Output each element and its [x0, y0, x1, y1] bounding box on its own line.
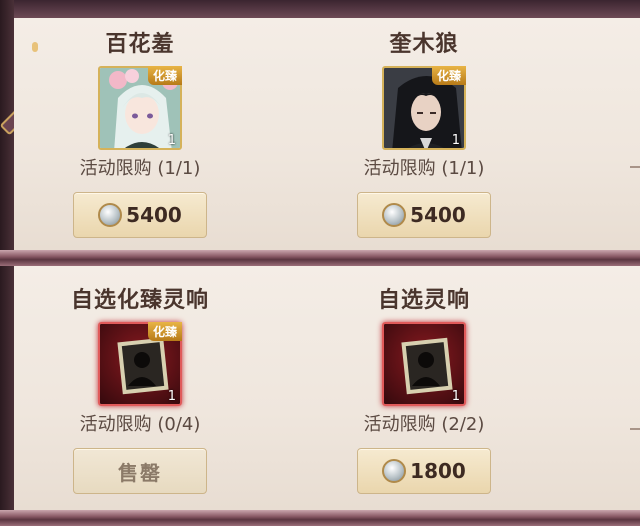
mirror-icon	[382, 203, 407, 227]
shop-item-card[interactable]: 百花羞 化臻 1 活动限购 (1/1) 5400	[20, 30, 260, 238]
sold-out-button: 售罄	[73, 448, 207, 494]
item-icon[interactable]: 化臻 1	[98, 66, 182, 150]
price-label: 1800	[410, 459, 466, 483]
next-column-hint	[630, 166, 640, 168]
shelf-divider	[0, 250, 640, 266]
rarity-badge: 化臻	[431, 66, 466, 85]
item-name: 百花羞	[105, 32, 175, 57]
item-quantity: 1	[451, 389, 460, 404]
item-name: 自选化臻灵响	[70, 288, 209, 313]
purchase-limit: 活动限购 (2/2)	[363, 414, 485, 435]
rarity-badge: 化臻	[147, 66, 182, 85]
buy-button[interactable]: 1800	[357, 448, 491, 494]
item-icon[interactable]: 化臻 1	[98, 322, 182, 406]
shop-item-card[interactable]: 自选灵响 1 活动限购 (2/2) 1800	[304, 286, 544, 494]
price-label: 5400	[410, 203, 466, 227]
mirror-icon	[382, 459, 407, 483]
item-icon[interactable]: 1	[382, 322, 466, 406]
purchase-limit: 活动限购 (1/1)	[363, 158, 485, 179]
shop-item-card[interactable]: 奎木狼 化臻 1 活动限购 (1/1) 5400	[304, 30, 544, 238]
purchase-limit: 活动限购 (0/4)	[79, 414, 201, 435]
top-frame	[0, 0, 640, 18]
mirror-icon	[98, 203, 123, 227]
item-name: 奎木狼	[389, 32, 459, 57]
price-label: 5400	[126, 203, 182, 227]
buy-button[interactable]: 5400	[357, 192, 491, 238]
purchase-limit: 活动限购 (1/1)	[79, 158, 201, 179]
item-quantity: 1	[167, 133, 176, 148]
item-quantity: 1	[167, 389, 176, 404]
item-quantity: 1	[451, 133, 460, 148]
rarity-badge: 化臻	[147, 322, 182, 341]
buy-button[interactable]: 5400	[73, 192, 207, 238]
shop-item-card[interactable]: 自选化臻灵响 化臻 1 活动限购 (0/4) 售罄	[20, 286, 260, 494]
next-column-hint	[630, 428, 640, 430]
item-icon[interactable]: 化臻 1	[382, 66, 466, 150]
item-name: 自选灵响	[377, 288, 470, 313]
sold-out-label: 售罄	[118, 460, 162, 485]
shelf-divider	[0, 510, 640, 526]
